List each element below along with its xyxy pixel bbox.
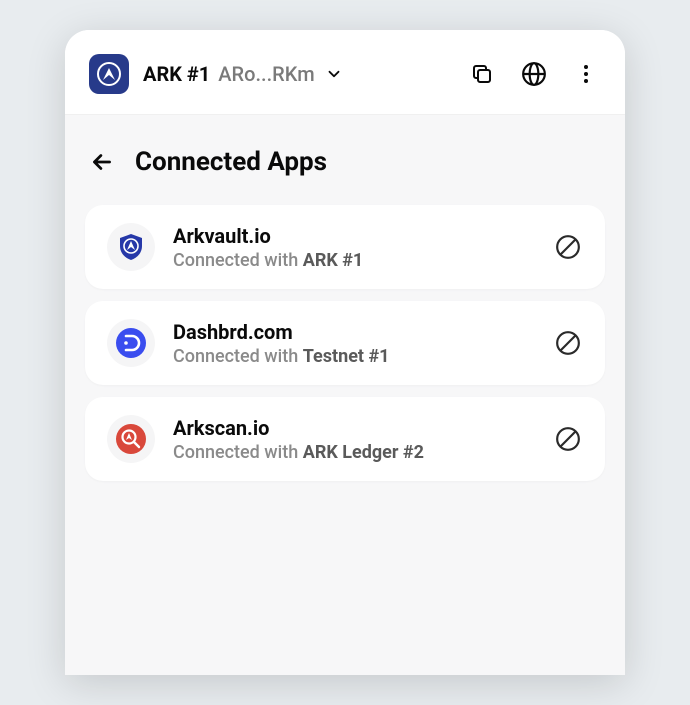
ark-logo-icon (97, 62, 121, 86)
wallet-selector[interactable]: ARK #1 ARo...RKm (143, 62, 453, 86)
more-button[interactable] (571, 59, 601, 89)
chevron-down-icon (325, 65, 343, 83)
app-info: Arkscan.io Connected with ARK Ledger #2 (173, 416, 535, 463)
app-name: Arkvault.io (173, 224, 535, 248)
arrow-left-icon (89, 149, 115, 175)
page-body: Connected Apps Arkvault.io Connected wit… (65, 115, 625, 675)
app-name: Dashbrd.com (173, 320, 535, 344)
arkvault-icon (115, 231, 147, 263)
app-connection-prefix: Connected with (173, 442, 303, 463)
app-icon (107, 223, 155, 271)
page-header: Connected Apps (85, 139, 605, 205)
arkscan-icon (115, 423, 147, 455)
globe-icon (521, 61, 547, 87)
disconnect-button[interactable] (553, 424, 583, 454)
dashbrd-icon (115, 327, 147, 359)
more-vertical-icon (574, 62, 598, 86)
app-window: ARK #1 ARo...RKm (65, 30, 625, 675)
connected-apps-list: Arkvault.io Connected with ARK #1 (85, 205, 605, 481)
copy-button[interactable] (467, 59, 497, 89)
app-info: Arkvault.io Connected with ARK #1 (173, 224, 535, 271)
app-connection-prefix: Connected with (173, 346, 303, 367)
app-connection-prefix: Connected with (173, 250, 303, 271)
back-button[interactable] (89, 149, 115, 175)
wallet-address: ARo...RKm (218, 62, 314, 86)
app-connection-wallet: ARK #1 (303, 250, 364, 271)
app-icon (107, 319, 155, 367)
page-title: Connected Apps (135, 147, 327, 177)
app-name: Arkscan.io (173, 416, 535, 440)
app-icon (107, 415, 155, 463)
app-card: Arkscan.io Connected with ARK Ledger #2 (85, 397, 605, 481)
block-icon (555, 426, 581, 452)
wallet-name: ARK #1 (143, 62, 210, 86)
app-connection: Connected with Testnet #1 (173, 346, 535, 367)
network-button[interactable] (519, 59, 549, 89)
app-connection-wallet: ARK Ledger #2 (303, 442, 424, 463)
app-connection: Connected with ARK #1 (173, 250, 535, 271)
copy-icon (470, 62, 494, 86)
disconnect-button[interactable] (553, 232, 583, 262)
app-connection-wallet: Testnet #1 (303, 346, 390, 367)
header-bar: ARK #1 ARo...RKm (65, 30, 625, 115)
block-icon (555, 234, 581, 260)
block-icon (555, 330, 581, 356)
header-actions (467, 59, 601, 89)
app-info: Dashbrd.com Connected with Testnet #1 (173, 320, 535, 367)
app-card: Arkvault.io Connected with ARK #1 (85, 205, 605, 289)
disconnect-button[interactable] (553, 328, 583, 358)
app-connection: Connected with ARK Ledger #2 (173, 442, 535, 463)
app-card: Dashbrd.com Connected with Testnet #1 (85, 301, 605, 385)
app-logo (89, 54, 129, 94)
